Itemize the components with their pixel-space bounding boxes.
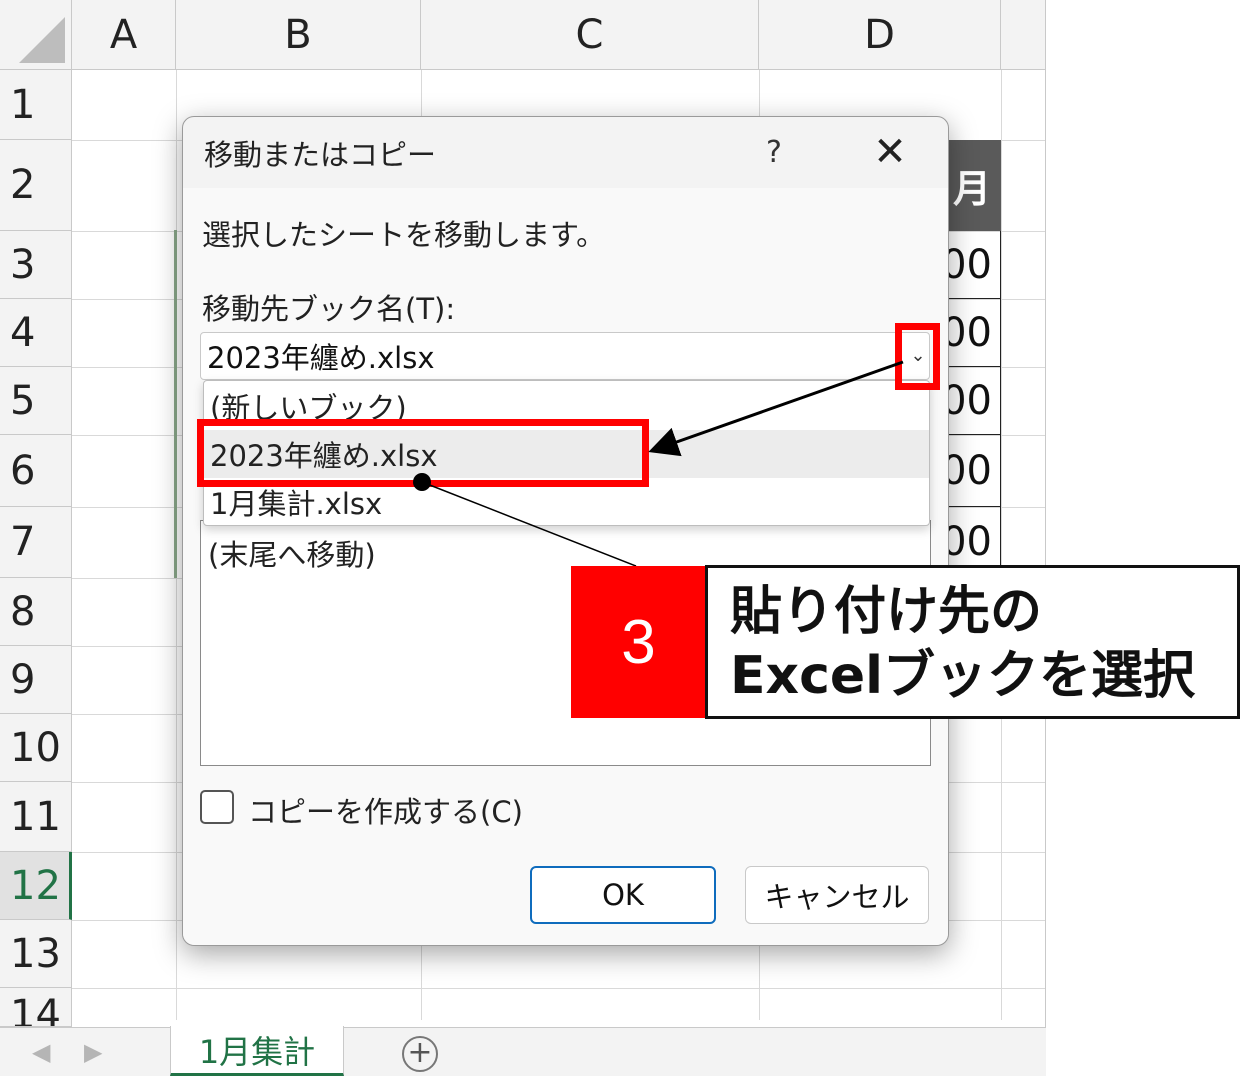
callout-leader-line bbox=[421, 481, 637, 567]
callout-dot bbox=[413, 473, 431, 491]
callout-line-1: 貼り付け先の bbox=[730, 582, 1043, 642]
instruction-callout: 貼り付け先の Excelブックを選択 bbox=[705, 565, 1240, 719]
pointer-arrow bbox=[648, 360, 904, 457]
callout-line-2: Excelブックを選択 bbox=[730, 646, 1195, 706]
step-number-badge: 3 bbox=[571, 566, 706, 718]
annotation-arrows bbox=[413, 360, 904, 567]
